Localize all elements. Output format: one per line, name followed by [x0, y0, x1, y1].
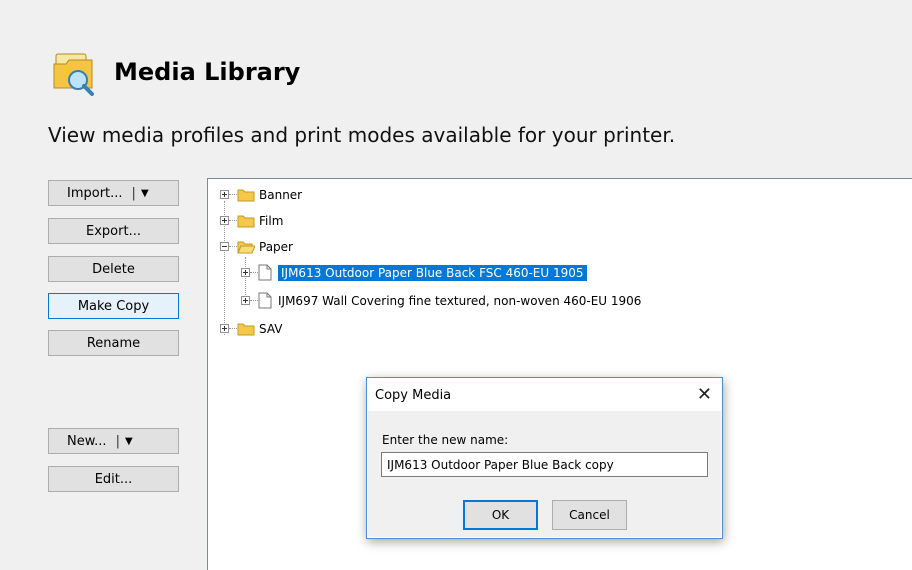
new-button[interactable]: New... | ▼ — [48, 428, 179, 454]
page-title: Media Library — [114, 58, 301, 86]
dialog-body: Enter the new name: OK Cancel — [368, 411, 721, 537]
split-separator: | — [115, 433, 120, 449]
tree-folder-film[interactable]: Film — [220, 211, 283, 230]
expand-icon[interactable] — [220, 216, 229, 225]
make-copy-button[interactable]: Make Copy — [48, 293, 179, 319]
import-button[interactable]: Import... | ▼ — [48, 180, 179, 206]
rename-button[interactable]: Rename — [48, 330, 179, 356]
tree-folder-label: Film — [259, 213, 284, 228]
edit-button[interactable]: Edit... — [48, 466, 179, 492]
folder-icon — [237, 323, 255, 335]
open-folder-icon — [237, 241, 255, 253]
import-button-label: Import... — [67, 185, 123, 201]
delete-button[interactable]: Delete — [48, 256, 179, 282]
new-button-label: New... — [67, 433, 107, 449]
page-subtitle: View media profiles and print modes avai… — [48, 123, 676, 147]
dialog-title: Copy Media — [375, 388, 452, 403]
dialog-prompt: Enter the new name: — [382, 433, 509, 447]
copy-media-dialog: Copy Media ✕ Enter the new name: OK Canc… — [366, 377, 723, 539]
tree-media-label-selected: IJM613 Outdoor Paper Blue Back FSC 460-E… — [278, 264, 587, 281]
collapse-icon[interactable] — [220, 242, 229, 251]
tree-folder-label: Banner — [259, 187, 303, 202]
tree-media-item[interactable]: IJM697 Wall Covering fine textured, non-… — [241, 291, 641, 310]
tree-media-item[interactable]: IJM613 Outdoor Paper Blue Back FSC 460-E… — [241, 263, 587, 282]
new-name-input[interactable] — [381, 452, 708, 477]
expand-icon[interactable] — [220, 324, 229, 333]
tree-folder-paper[interactable]: Paper — [220, 237, 293, 256]
close-icon[interactable]: ✕ — [697, 384, 712, 405]
split-separator: | — [131, 185, 136, 201]
cancel-button[interactable]: Cancel — [552, 500, 627, 530]
document-icon — [258, 264, 272, 281]
tree-media-label: IJM697 Wall Covering fine textured, non-… — [278, 293, 642, 308]
folder-icon — [237, 215, 255, 227]
folder-icon — [237, 189, 255, 201]
tree-folder-banner[interactable]: Banner — [220, 185, 302, 204]
expand-icon[interactable] — [220, 190, 229, 199]
dropdown-arrow-icon[interactable]: ▼ — [141, 188, 149, 199]
tree-folder-label: SAV — [259, 321, 283, 336]
expand-icon[interactable] — [241, 296, 250, 305]
ok-button[interactable]: OK — [463, 500, 538, 530]
document-icon — [258, 292, 272, 309]
tree-folder-label: Paper — [259, 239, 293, 254]
export-button[interactable]: Export... — [48, 218, 179, 244]
dropdown-arrow-icon[interactable]: ▼ — [125, 436, 133, 447]
media-library-icon — [53, 53, 94, 96]
expand-icon[interactable] — [241, 268, 250, 277]
tree-folder-sav[interactable]: SAV — [220, 319, 283, 338]
